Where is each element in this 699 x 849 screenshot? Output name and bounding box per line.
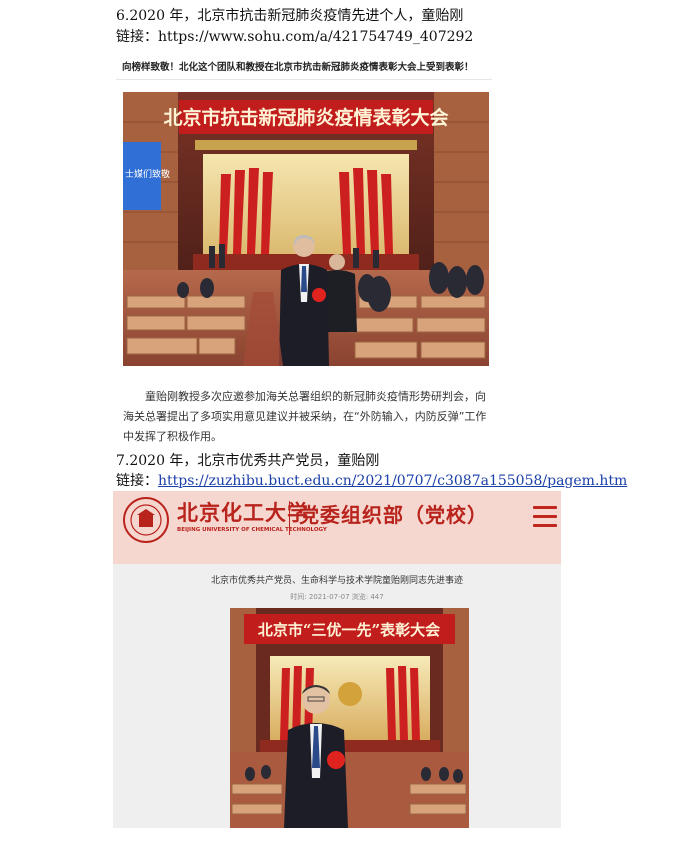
photo-banner-text: 北京市抗击新冠肺炎疫情表彰大会 bbox=[163, 106, 448, 129]
section6-link[interactable]: https://www.sohu.com/a/421754749_407292 bbox=[158, 29, 473, 45]
section7-link-prefix: 链接： bbox=[116, 473, 158, 489]
department-title: 党委组织部（党校） bbox=[299, 503, 488, 527]
news-banner: 向榜样致敬！北化这个团队和教授在北京市抗击新冠肺炎疫情表彰大会上受到表彰！ bbox=[116, 56, 492, 80]
screen-text: 士媒们致敬 bbox=[125, 168, 170, 180]
university-seal-icon bbox=[123, 497, 169, 543]
ceremony-photo-2: 北京市“三优一先”表彰大会 bbox=[230, 608, 469, 828]
section6-link-line: 链接：https://www.sohu.com/a/421754749_4072… bbox=[116, 27, 473, 47]
section7-link-line: 链接：https://zuzhibu.buct.edu.cn/2021/0707… bbox=[116, 471, 627, 491]
section7-heading: 7.2020 年，北京市优秀共产党员，童贻刚 bbox=[116, 453, 380, 469]
section6-link-prefix: 链接： bbox=[116, 29, 158, 45]
article-title: 北京市优秀共产党员、生命科学与技术学院童贻刚同志先进事迹 bbox=[210, 576, 463, 586]
article-meta: 时间: 2021-07-07 浏览: 447 bbox=[290, 593, 384, 601]
section6-heading: 6.2020 年，北京市抗击新冠肺炎疫情先进个人，童贻刚 bbox=[116, 8, 464, 24]
website-screenshot: 北京化工大学 BEIJING UNIVERSITY OF CHEMICAL TE… bbox=[113, 491, 561, 828]
photo2-banner-text: 北京市“三优一先”表彰大会 bbox=[258, 621, 440, 639]
section7-link[interactable]: https://zuzhibu.buct.edu.cn/2021/0707/c3… bbox=[158, 473, 627, 489]
hamburger-menu-icon[interactable] bbox=[533, 506, 557, 532]
section6-paragraph: 童贻刚教授多次应邀参加海关总署组织的新冠肺炎疫情形势研判会，向海关总署提出了多项… bbox=[123, 390, 487, 443]
header-divider bbox=[289, 501, 290, 535]
site-header: 北京化工大学 BEIJING UNIVERSITY OF CHEMICAL TE… bbox=[113, 491, 561, 564]
ceremony-photo-1: 士媒们致敬 北京市抗击新冠肺炎疫情表彰大会 bbox=[123, 92, 489, 366]
